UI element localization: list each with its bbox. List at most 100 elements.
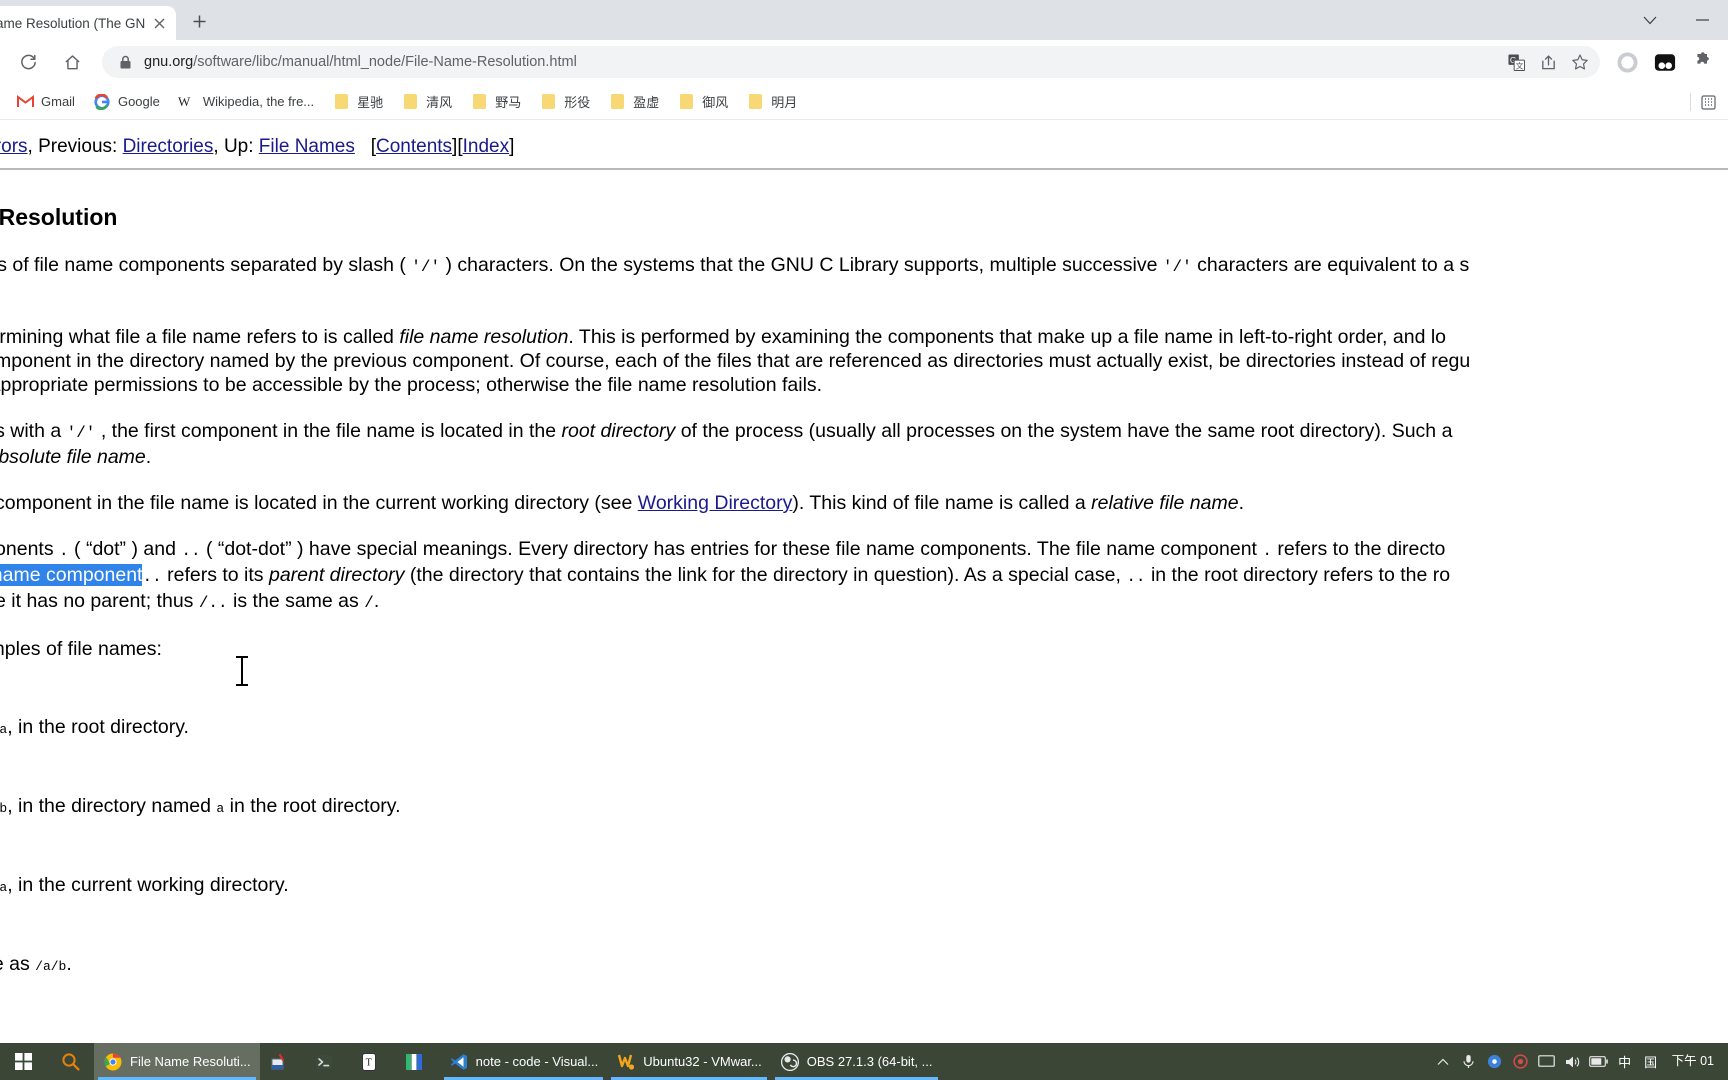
tab-strip: ame Resolution (The GN: [0, 0, 1728, 40]
extension-dark-icon[interactable]: [1650, 47, 1680, 77]
svg-text:T: T: [365, 1057, 371, 1068]
paragraph-2: ess of determining what file a file name…: [0, 325, 1728, 397]
vscode-icon-glyph: [450, 1053, 467, 1070]
code-dotdot: ..: [142, 568, 162, 586]
taskbar-item-obs[interactable]: OBS 27.1.3 (64-bit, ...: [771, 1043, 942, 1080]
bracket-close: ]: [509, 136, 515, 157]
emphasis: parent directory: [268, 564, 405, 586]
bookmark-folder-7[interactable]: 明月: [738, 88, 805, 115]
text-run: (the directory that contains the link fo…: [404, 564, 1127, 586]
text-run: refers to its: [161, 564, 269, 586]
keyboard-icon[interactable]: 国: [1638, 1043, 1664, 1080]
gmail-icon: [16, 93, 34, 111]
code-slash: '/': [66, 424, 96, 442]
ime-icon[interactable]: 中: [1612, 1043, 1638, 1080]
gmail-icon-glyph: [16, 95, 34, 107]
example-2: file named b, in the directory named a i…: [0, 794, 1728, 821]
office-icon-glyph: [405, 1053, 422, 1070]
new-tab-button[interactable]: [182, 4, 216, 38]
record-icon[interactable]: [1508, 1043, 1534, 1080]
text-run: ) characters. On the systems that the GN…: [440, 254, 1163, 276]
microphone-icon[interactable]: [1456, 1043, 1482, 1080]
url-path: /software/libc/manual/html_node/File-Nam…: [193, 54, 577, 70]
puzzle-extensions-icon[interactable]: [1688, 47, 1718, 77]
text-run: , in the directory named: [7, 795, 217, 817]
address-bar-url: gnu.org/software/libc/manual/html_node/F…: [144, 54, 1498, 70]
volume-icon[interactable]: [1560, 1043, 1586, 1080]
bookmark-label: 星驰: [357, 95, 384, 110]
paragraph-6: some examples of file names:: [0, 638, 162, 660]
translate-icon[interactable]: G 文: [1502, 48, 1530, 76]
media-glyph: [1488, 1054, 1502, 1069]
clock[interactable]: 下午 01: [1664, 1054, 1722, 1068]
taskbar-item-chrome[interactable]: File Name Resoluti...: [94, 1043, 260, 1080]
taskbar-item-typora[interactable]: T: [350, 1043, 395, 1080]
taskbar-item-label: Ubuntu32 - VMwar...: [643, 1054, 762, 1069]
google-icon-glyph: [94, 93, 110, 110]
star-icon-glyph: [1572, 54, 1588, 70]
close-icon[interactable]: [148, 12, 170, 34]
taskbar-item-terminal[interactable]: [305, 1043, 350, 1080]
emphasis: relative file name: [1091, 492, 1239, 514]
folder-icon: [401, 93, 419, 111]
profile-circle-icon[interactable]: [1612, 47, 1642, 77]
chrome-icon: [103, 1052, 123, 1072]
search-icon[interactable]: [46, 1043, 94, 1080]
nav-previous-link[interactable]: Directories: [123, 136, 214, 157]
display-glyph: [1538, 1055, 1555, 1067]
nav-contents-link[interactable]: Contents: [376, 136, 452, 157]
text-run: e, the first component in the file name …: [0, 492, 633, 514]
nav-up-label: , Up:: [213, 136, 259, 157]
taskbar-item-label: OBS 27.1.3 (64-bit, ...: [806, 1054, 933, 1069]
tab-search-button[interactable]: [1624, 0, 1676, 40]
media-icon[interactable]: [1482, 1043, 1508, 1080]
bookmarks-bar-right: [1690, 84, 1724, 120]
address-bar[interactable]: gnu.org/software/libc/manual/html_node/F…: [102, 46, 1600, 78]
url-host: gnu.org: [144, 54, 194, 70]
taskbar-item-vmware[interactable]: Ubuntu32 - VMwar...: [607, 1043, 771, 1080]
bookmark-google[interactable]: Google: [85, 89, 168, 115]
bookmark-label: 形役: [564, 95, 591, 110]
browser-tab[interactable]: ame Resolution (The GN: [0, 6, 176, 40]
taskbar-item-office[interactable]: [395, 1043, 440, 1080]
divider: [1690, 93, 1691, 111]
bookmark-folder-2[interactable]: 清风: [393, 88, 460, 115]
windows-start-icon[interactable]: [0, 1043, 46, 1080]
obs-icon: [780, 1052, 800, 1072]
text-run: refers to the directo: [1271, 538, 1446, 560]
reading-list-icon[interactable]: [1699, 93, 1717, 111]
chevron-up-icon[interactable]: [1430, 1043, 1456, 1080]
window-controls: [1624, 0, 1728, 40]
star-icon[interactable]: [1566, 48, 1594, 76]
typora-icon: T: [359, 1052, 379, 1072]
bookmark-gmail[interactable]: Gmail: [8, 89, 83, 115]
code-path: /a/b: [35, 959, 67, 974]
bookmark-folder-4[interactable]: 形役: [531, 88, 598, 115]
nav-next-link[interactable]: e Name Errors: [0, 136, 28, 157]
selected-text[interactable]: ile the file name component: [0, 564, 143, 586]
home-icon[interactable]: [55, 45, 89, 79]
bookmark-wikipedia[interactable]: W Wikipedia, the fre...: [170, 89, 322, 115]
minimize-button[interactable]: [1676, 0, 1728, 40]
bookmark-folder-6[interactable]: 御风: [669, 88, 736, 115]
text-run: .: [145, 446, 152, 468]
nav-up-link[interactable]: File Names: [259, 136, 355, 157]
text-run: .: [373, 590, 380, 612]
taskbar-item-paint[interactable]: [260, 1043, 305, 1080]
nav-index-link[interactable]: Index: [463, 136, 509, 157]
bookmark-folder-5[interactable]: 盈虚: [600, 88, 667, 115]
text-run: , in the current working directory.: [7, 874, 289, 896]
code-root: /: [364, 594, 374, 612]
display-icon[interactable]: [1534, 1043, 1560, 1080]
bookmark-folder-1[interactable]: 星驰: [324, 88, 391, 115]
nav-previous-label: , Previous:: [27, 136, 123, 157]
share-icon[interactable]: [1534, 48, 1562, 76]
chevron-down-icon: [1643, 16, 1657, 24]
bookmark-folder-3[interactable]: 野马: [462, 88, 529, 115]
chrome-icon-glyph: [104, 1053, 122, 1070]
battery-icon[interactable]: [1586, 1043, 1612, 1080]
reload-icon[interactable]: [11, 45, 45, 79]
bookmark-label: 御风: [702, 95, 729, 110]
taskbar-item-vscode[interactable]: note - code - Visual...: [440, 1043, 608, 1080]
working-directory-link[interactable]: Working Directory: [638, 492, 793, 514]
